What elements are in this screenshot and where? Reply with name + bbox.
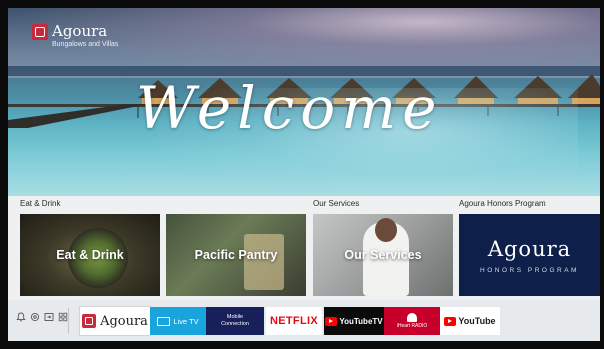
mobile-connection-label-line1: Mobile [226, 314, 244, 320]
section-label-honors: Agoura Honors Program [459, 199, 546, 208]
input-source-icon[interactable] [44, 312, 54, 322]
iheart-radio-app-tile[interactable]: iHeart RADIO [384, 307, 440, 335]
our-services-card[interactable]: Our Services [313, 214, 453, 296]
youtube-tv-label: YouTubeTV [339, 316, 383, 326]
youtube-play-icon [444, 316, 457, 326]
iheart-heart-icon [407, 313, 417, 322]
live-tv-app-tile[interactable]: Live TV [150, 307, 206, 335]
section-label-our-services: Our Services [313, 199, 360, 208]
bell-icon[interactable] [16, 312, 26, 322]
pacific-pantry-card-title: Pacific Pantry [194, 248, 278, 262]
system-icons [16, 312, 68, 322]
agoura-app-label: Agoura [100, 313, 148, 329]
tv-home-screen: Welcome Agoura Bungalows and Villas Eat … [8, 8, 600, 341]
netflix-logo-text: NETFLIX [270, 315, 318, 327]
app-dock: Agoura Live TV Mobile Connection NETFLIX… [8, 300, 600, 341]
section-label-eat-drink: Eat & Drink [20, 199, 61, 208]
brand-logo: Agoura Bungalows and Villas [32, 24, 118, 48]
agoura-logo-icon [32, 24, 48, 40]
iheart-radio-label: iHeart RADIO [396, 323, 428, 329]
eat-drink-card-title: Eat & Drink [56, 248, 124, 262]
our-services-card-title: Our Services [344, 248, 422, 262]
dock-divider [68, 308, 69, 334]
content-row: Eat & Drink Our Services Agoura Honors P… [8, 196, 600, 300]
brand-subtitle: Bungalows and Villas [52, 41, 119, 48]
agoura-app-tile[interactable]: Agoura [80, 307, 150, 335]
youtube-tv-app-tile[interactable]: YouTubeTV [324, 307, 384, 335]
youtube-play-icon [325, 316, 338, 326]
eat-drink-card[interactable]: Eat & Drink [20, 214, 160, 296]
honors-card-subtitle: HONORS PROGRAM [480, 266, 579, 274]
pacific-pantry-card[interactable]: Pacific Pantry [166, 214, 306, 296]
tv-icon [157, 316, 171, 326]
honors-program-card[interactable]: Agoura HONORS PROGRAM [459, 214, 600, 296]
mobile-connection-app-tile[interactable]: Mobile Connection [206, 307, 264, 335]
apps-grid-icon[interactable] [58, 312, 68, 322]
live-tv-app-label: Live TV [173, 316, 199, 326]
netflix-app-tile[interactable]: NETFLIX [266, 307, 322, 335]
welcome-heading: Welcome [136, 74, 443, 142]
youtube-label: YouTube [458, 316, 496, 326]
brand-name: Agoura [52, 22, 108, 40]
mobile-connection-label-line2: Connection [221, 321, 249, 327]
honors-card-name: Agoura [487, 236, 572, 261]
agoura-logo-icon [82, 314, 97, 328]
youtube-app-tile[interactable]: YouTube [440, 307, 500, 335]
pantry-image [244, 234, 284, 290]
settings-icon[interactable] [30, 312, 40, 322]
hero-banner: Welcome Agoura Bungalows and Villas [8, 8, 600, 196]
